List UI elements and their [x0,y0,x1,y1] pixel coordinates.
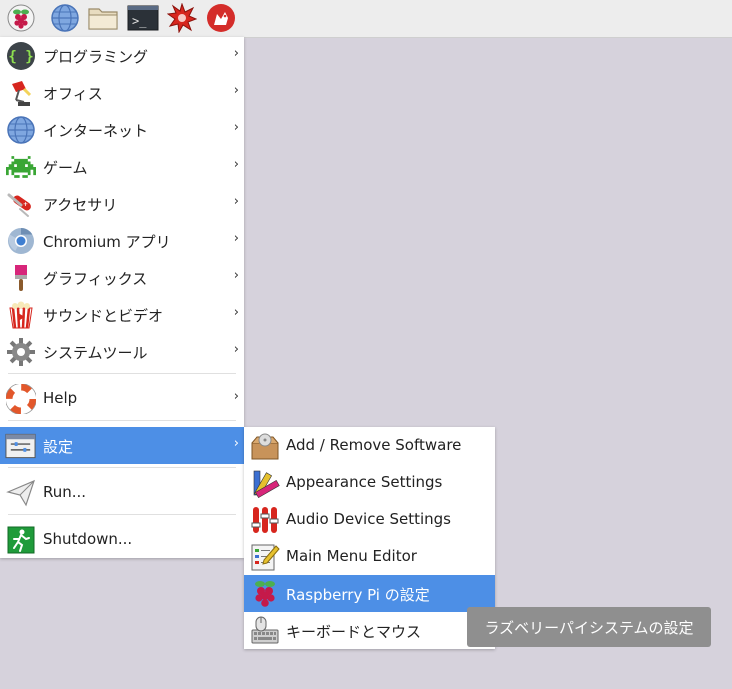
submenu-arrow-icon: › [233,436,239,451]
settings-submenu: Add / Remove Software Appearance Setting… [244,427,495,649]
folder-icon [87,4,119,32]
submenu-item-keyboard-mouse[interactable]: キーボードとマウス [244,612,495,649]
color-palette-icon [249,467,280,498]
menu-item-label: Run... [43,483,87,501]
exit-runner-icon [5,524,36,555]
terminal-icon: >_ [127,4,159,32]
submenu-arrow-icon: › [233,389,239,404]
menu-editor-icon [249,541,280,572]
lifebuoy-icon [5,383,36,414]
menu-item-label: インターネット [43,122,149,140]
menu-item-chromium-apps[interactable]: Chromium アプリ › [0,222,244,259]
package-icon [249,430,280,461]
menu-item-label: アクセサリ [43,196,118,214]
terminal-glyph: >_ [132,14,147,28]
menu-item-run[interactable]: Run... [0,474,244,511]
menu-item-label: サウンドとビデオ [43,307,164,325]
menu-separator [8,514,236,515]
burst-icon [167,3,197,33]
menu-separator [8,467,236,468]
menu-item-label: システムツール [43,344,148,362]
submenu-arrow-icon: › [233,46,239,61]
submenu-arrow-icon: › [233,305,239,320]
raspberry-icon [7,4,35,32]
space-invader-icon [5,151,36,182]
menu-item-shutdown[interactable]: Shutdown... [0,521,244,558]
wolfram-launcher[interactable] [206,3,236,33]
wolfram-icon [206,3,236,33]
submenu-arrow-icon: › [233,231,239,246]
menu-item-system-tools[interactable]: システムツール › [0,333,244,370]
file-manager-launcher[interactable] [88,3,118,33]
code-braces-icon: { } [5,40,36,71]
menu-item-sound-video[interactable]: サウンドとビデオ › [0,296,244,333]
menu-separator [8,373,236,374]
browser-launcher[interactable] [50,3,80,33]
menu-item-office[interactable]: オフィス › [0,74,244,111]
paper-plane-icon [5,477,36,508]
menu-item-programming[interactable]: { } プログラミング › [0,37,244,74]
menu-item-label: グラフィックス [43,270,148,288]
menu-item-settings[interactable]: 設定 › [0,427,244,464]
audio-sliders-icon [249,504,280,535]
submenu-item-label: Audio Device Settings [286,510,451,528]
menu-item-label: 設定 [43,438,74,456]
paintbrush-icon [5,262,36,293]
chromium-icon [5,225,36,256]
submenu-item-label: Add / Remove Software [286,436,462,454]
menu-item-label: プログラミング [43,48,149,66]
terminal-launcher[interactable]: >_ [127,3,159,33]
settings-panel-icon [5,430,36,461]
submenu-arrow-icon: › [233,83,239,98]
main-menu: { } プログラミング › オフィス › インターネット › ゲーム › + ア… [0,37,244,558]
submenu-arrow-icon: › [233,194,239,209]
globe-icon [50,3,80,33]
submenu-arrow-icon: › [233,342,239,357]
pocket-knife-icon: + [5,188,36,219]
gear-icon [5,336,36,367]
svg-text:+: + [23,201,28,208]
submenu-item-raspberry-pi-config[interactable]: Raspberry Pi の設定 [244,575,495,612]
submenu-item-label: Raspberry Pi の設定 [286,586,430,604]
menu-item-label: ゲーム [43,159,88,177]
submenu-item-add-remove-software[interactable]: Add / Remove Software [244,427,495,464]
menu-item-accessories[interactable]: + アクセサリ › [0,185,244,222]
svg-text:{ }: { } [8,49,33,65]
globe-icon [5,114,36,145]
desk-lamp-icon [5,77,36,108]
taskbar: >_ [0,0,732,38]
submenu-item-main-menu-editor[interactable]: Main Menu Editor [244,538,495,575]
keyboard-mouse-icon [249,615,280,646]
menu-item-graphics[interactable]: グラフィックス › [0,259,244,296]
submenu-arrow-icon: › [233,268,239,283]
menu-item-label: オフィス [43,85,103,103]
menu-item-help[interactable]: Help › [0,380,244,417]
popcorn-icon [5,299,36,330]
menu-item-label: Chromium アプリ [43,233,171,251]
submenu-item-label: キーボードとマウス [286,623,422,641]
menu-item-label: Help [43,389,78,407]
menu-item-internet[interactable]: インターネット › [0,111,244,148]
raspberry-menu-button[interactable] [6,3,36,33]
menu-item-games[interactable]: ゲーム › [0,148,244,185]
submenu-item-label: Main Menu Editor [286,547,417,565]
submenu-item-label: Appearance Settings [286,473,443,491]
math-launcher[interactable] [167,3,197,33]
raspberry-icon [249,578,280,609]
submenu-arrow-icon: › [233,157,239,172]
tooltip: ラズベリーパイシステムの設定 [467,607,711,647]
menu-separator [8,420,236,421]
menu-item-label: Shutdown... [43,530,133,548]
submenu-arrow-icon: › [233,120,239,135]
submenu-item-appearance-settings[interactable]: Appearance Settings [244,464,495,501]
submenu-item-audio-device-settings[interactable]: Audio Device Settings [244,501,495,538]
